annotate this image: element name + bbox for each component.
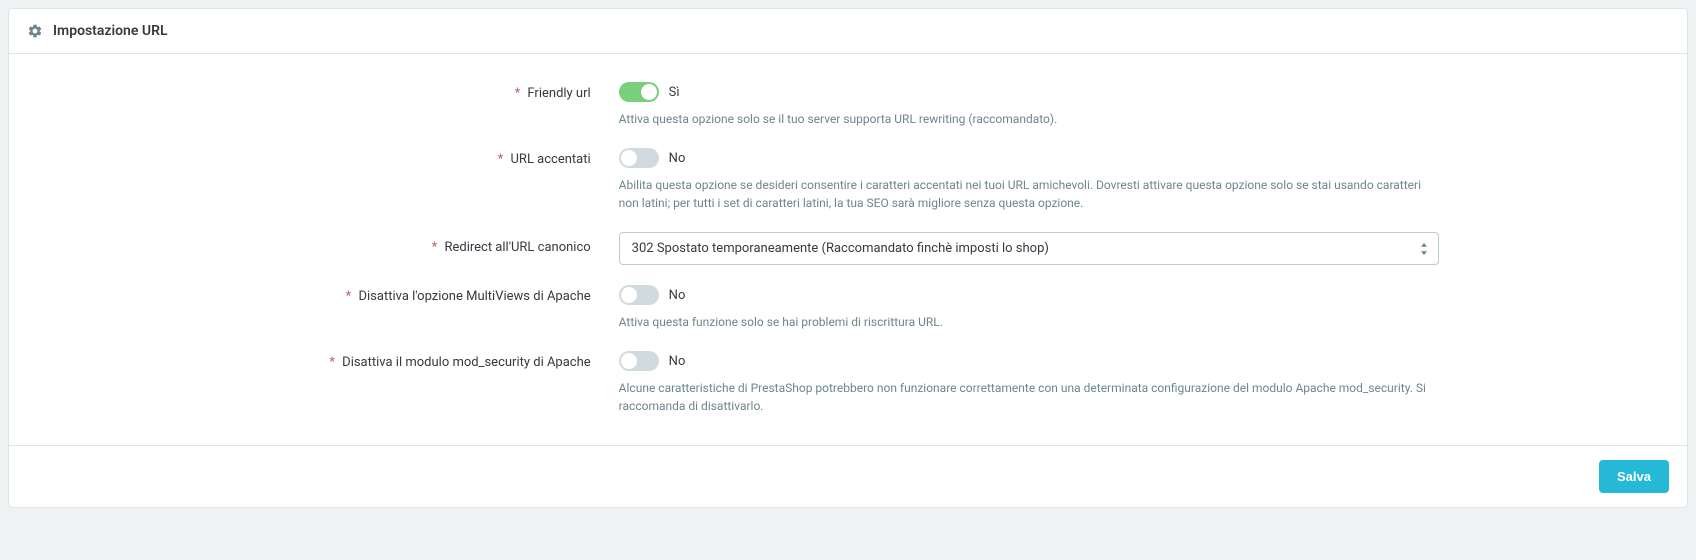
required-marker: * <box>498 152 504 167</box>
panel-header: Impostazione URL <box>9 9 1687 54</box>
friendly-url-value: Sì <box>669 85 680 100</box>
mod-security-help: Alcune caratteristiche di PrestaShop pot… <box>619 379 1439 415</box>
url-settings-panel: Impostazione URL * Friendly url Sì Attiv… <box>8 8 1688 508</box>
field-friendly-url: * Friendly url Sì Attiva questa opzione … <box>29 82 1667 128</box>
mod-security-label: * Disattiva il modulo mod_security di Ap… <box>29 351 619 415</box>
required-marker: * <box>432 240 438 255</box>
accented-url-help: Abilita questa opzione se desideri conse… <box>619 176 1439 212</box>
mod-security-toggle[interactable] <box>619 351 659 371</box>
friendly-url-label: * Friendly url <box>29 82 619 128</box>
required-marker: * <box>329 355 335 370</box>
multiviews-toggle[interactable] <box>619 285 659 305</box>
multiviews-label: * Disattiva l'opzione MultiViews di Apac… <box>29 285 619 331</box>
friendly-url-toggle[interactable] <box>619 82 659 102</box>
accented-url-value: No <box>669 151 686 166</box>
panel-title: Impostazione URL <box>53 23 168 39</box>
accented-url-toggle[interactable] <box>619 148 659 168</box>
friendly-url-help: Attiva questa opzione solo se il tuo ser… <box>619 110 1439 128</box>
field-canonical-redirect: * Redirect all'URL canonico 302 Spostato… <box>29 232 1667 265</box>
field-multiviews: * Disattiva l'opzione MultiViews di Apac… <box>29 285 1667 331</box>
gear-icon <box>27 23 43 39</box>
accented-url-label: * URL accentati <box>29 148 619 212</box>
field-mod-security: * Disattiva il modulo mod_security di Ap… <box>29 351 1667 415</box>
multiviews-value: No <box>669 288 686 303</box>
canonical-redirect-select[interactable]: 302 Spostato temporaneamente (Raccomanda… <box>619 232 1439 265</box>
mod-security-value: No <box>669 354 686 369</box>
required-marker: * <box>346 289 352 304</box>
panel-body: * Friendly url Sì Attiva questa opzione … <box>9 54 1687 445</box>
panel-footer: Salva <box>9 445 1687 507</box>
multiviews-help: Attiva questa funzione solo se hai probl… <box>619 313 1439 331</box>
save-button[interactable]: Salva <box>1599 460 1669 493</box>
field-accented-url: * URL accentati No Abilita questa opzion… <box>29 148 1667 212</box>
canonical-redirect-label: * Redirect all'URL canonico <box>29 232 619 265</box>
required-marker: * <box>515 86 521 101</box>
